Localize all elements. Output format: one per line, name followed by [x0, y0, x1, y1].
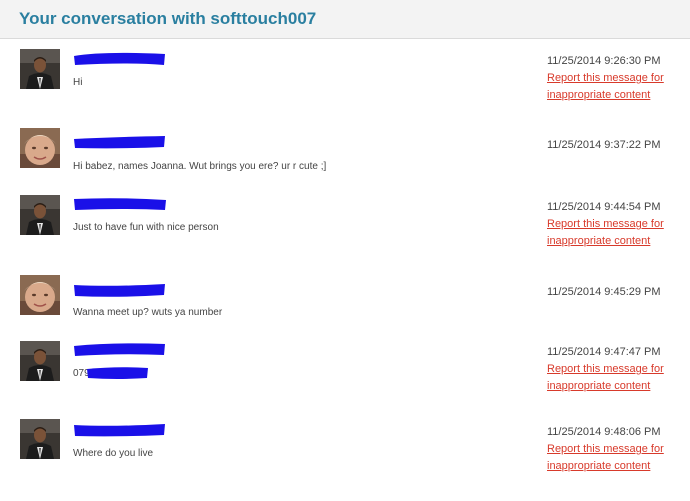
sender-name-redacted[interactable]: [73, 50, 166, 68]
message-timestamp: 11/25/2014 9:37:22 PM: [547, 139, 661, 151]
sender-name-redacted[interactable]: [73, 423, 166, 441]
message-timestamp: 11/25/2014 9:44:54 PM: [547, 201, 661, 213]
message-text: Hi babez, names Joanna. Wut brings you e…: [73, 161, 327, 172]
conversation-header: Your conversation with softtouch007: [0, 0, 690, 39]
message-text: Where do you live: [73, 448, 154, 459]
message-row: Hi babez, names Joanna. Wut brings you e…: [0, 128, 690, 195]
message-row: 079 11/25/2014 9:47:47 PM Report this me…: [0, 341, 690, 401]
message-text: Just to have fun with nice person: [73, 222, 219, 233]
sender-name-redacted[interactable]: [73, 282, 166, 300]
message-text: Hi: [73, 77, 83, 88]
message-timestamp: 11/25/2014 9:26:30 PM: [547, 55, 661, 67]
report-message-link[interactable]: Report this message for inappropriate co…: [547, 441, 677, 475]
message-row: Where do you live 11/25/2014 9:48:06 PM …: [0, 419, 690, 483]
sender-name-redacted[interactable]: [73, 135, 166, 153]
sender-name-redacted[interactable]: [73, 341, 166, 359]
man-avatar[interactable]: [20, 49, 60, 89]
message-row: Hi 11/25/2014 9:26:30 PM Report this mes…: [0, 49, 690, 110]
message-timestamp: 11/25/2014 9:48:06 PM: [547, 426, 661, 438]
conversation-title: Your conversation with softtouch007: [19, 9, 317, 28]
message-row: Wanna meet up? wuts ya number 11/25/2014…: [0, 275, 690, 342]
report-message-link[interactable]: Report this message for inappropriate co…: [547, 70, 677, 104]
woman-avatar[interactable]: [20, 128, 60, 168]
message-row: Just to have fun with nice person 11/25/…: [0, 195, 690, 256]
woman-avatar[interactable]: [20, 275, 60, 315]
man-avatar[interactable]: [20, 341, 60, 381]
message-text: Wanna meet up? wuts ya number: [73, 307, 223, 318]
message-timestamp: 11/25/2014 9:47:47 PM: [547, 346, 661, 358]
sender-name-redacted[interactable]: [73, 196, 166, 214]
report-message-link[interactable]: Report this message for inappropriate co…: [547, 361, 677, 395]
message-timestamp: 11/25/2014 9:45:29 PM: [547, 286, 661, 298]
man-avatar[interactable]: [20, 195, 60, 235]
report-message-link[interactable]: Report this message for inappropriate co…: [547, 216, 677, 250]
redacted-phone-number: [87, 367, 148, 379]
man-avatar[interactable]: [20, 419, 60, 459]
